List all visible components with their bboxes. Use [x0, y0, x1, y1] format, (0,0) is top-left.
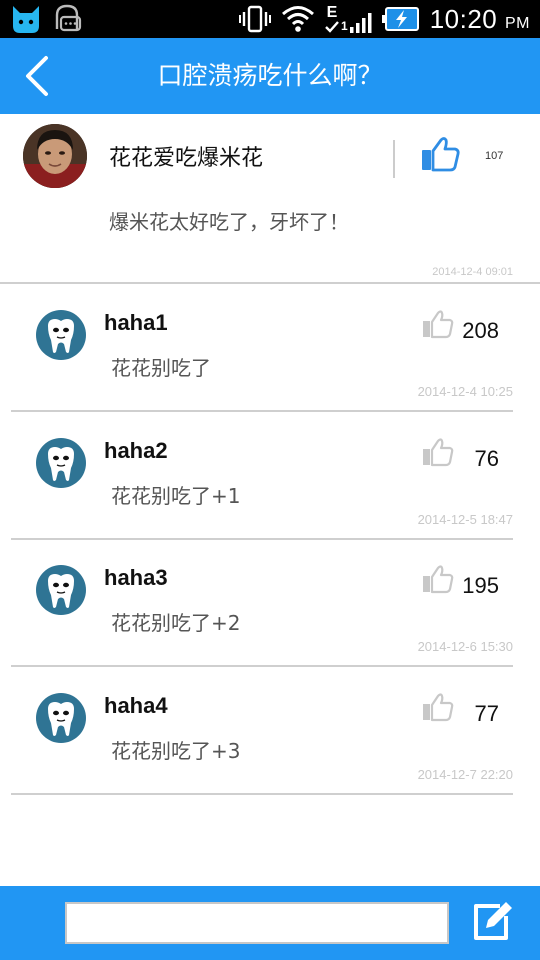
post-timestamp: 2014-12-4 09:01	[432, 266, 513, 278]
reply-bar	[0, 886, 540, 960]
network-type-label: E	[326, 4, 338, 21]
post-body-text: 爆米花太好吃了，牙坏了！	[109, 210, 349, 234]
vibrate-icon	[239, 5, 271, 33]
thumbs-up-icon[interactable]	[420, 134, 460, 174]
battery-charging-icon	[381, 7, 419, 31]
person-avatar-icon	[23, 124, 87, 188]
tooth-avatar-icon[interactable]	[36, 438, 86, 488]
original-post: 花花爱吃爆米花 107 爆米花太好吃了，牙坏了！ 2014-12-4 09:01	[0, 114, 540, 284]
tooth-avatar-icon[interactable]	[36, 693, 86, 743]
signal-label: 1	[341, 19, 348, 33]
comment-author-name[interactable]: haha2	[104, 438, 168, 464]
edit-icon[interactable]	[470, 898, 514, 944]
comment-like-count: 77	[474, 701, 499, 726]
comment-like-count: 208	[462, 318, 499, 343]
wifi-icon	[282, 6, 314, 32]
status-bar: E 1 10:20 PM	[0, 0, 540, 38]
page-title: 口腔溃疡吃什么啊？	[157, 61, 383, 90]
comment-author-name[interactable]: haha1	[104, 310, 168, 336]
clock: 10:20 PM	[430, 4, 530, 35]
reply-input[interactable]	[65, 902, 449, 944]
chat-notification-icon	[55, 4, 82, 32]
comment-text: 花花别吃了	[111, 356, 211, 380]
comment-like-count: 76	[474, 446, 499, 471]
thumbs-up-icon[interactable]	[422, 691, 454, 723]
tooth-avatar-icon[interactable]	[36, 310, 86, 360]
comment-item[interactable]: haha4 77 花花别吃了+3 2014-12-7 22:20	[11, 667, 513, 795]
comment-timestamp: 2014-12-7 22:20	[417, 767, 513, 782]
comment-author-name[interactable]: haha3	[104, 565, 168, 591]
post-like-count: 107	[485, 150, 504, 162]
clock-time: 10:20	[429, 3, 498, 34]
comment-timestamp: 2014-12-4 10:25	[417, 384, 513, 399]
comment-item[interactable]: haha1 208 花花别吃了 2014-12-4 10:25	[11, 284, 513, 412]
comment-timestamp: 2014-12-6 15:30	[417, 639, 513, 654]
thumbs-up-icon[interactable]	[422, 308, 454, 340]
clock-ampm: PM	[505, 14, 530, 32]
mobile-network-indicator: E 1	[325, 5, 372, 33]
comment-timestamp: 2014-12-5 18:47	[417, 512, 513, 527]
cat-notification-icon	[13, 6, 39, 33]
comment-item[interactable]: haha2 76 花花别吃了+1 2014-12-5 18:47	[11, 412, 513, 540]
thumbs-up-icon[interactable]	[422, 563, 454, 595]
comment-text: 花花别吃了+1	[111, 484, 241, 508]
signal-icon	[349, 13, 372, 33]
title-bar: 口腔溃疡吃什么啊？	[0, 38, 540, 114]
tooth-avatar-icon[interactable]	[36, 565, 86, 615]
status-bar-system: E 1 10:20 PM	[239, 0, 530, 38]
comment-like-count: 195	[462, 573, 499, 598]
comment-author-name[interactable]: haha4	[104, 693, 168, 719]
thumbs-up-icon[interactable]	[422, 436, 454, 468]
divider	[393, 140, 395, 178]
status-bar-notifications	[10, 3, 82, 35]
back-arrow-icon[interactable]	[18, 52, 58, 100]
comment-text: 花花别吃了+2	[111, 611, 241, 635]
post-author-name[interactable]: 花花爱吃爆米花	[109, 140, 263, 172]
post-author-avatar[interactable]	[23, 124, 87, 188]
data-activity-icon	[325, 21, 339, 33]
comment-text: 花花别吃了+3	[111, 739, 241, 763]
comment-item[interactable]: haha3 195 花花别吃了+2 2014-12-6 15:30	[11, 539, 513, 667]
